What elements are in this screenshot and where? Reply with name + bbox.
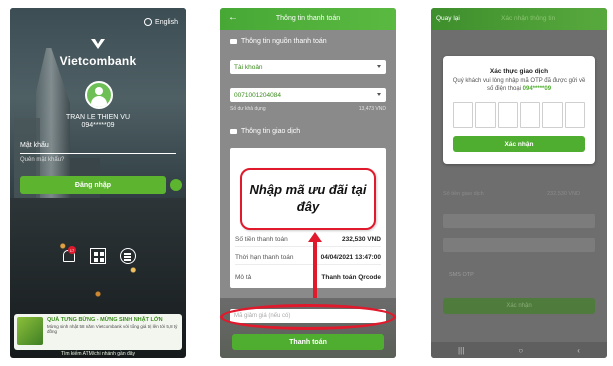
row-label: Mô tả (235, 274, 252, 281)
dim-amount-value: 232,530 VND (547, 191, 581, 197)
promo-banner[interactable]: QUÀ TƯNG BỪNG - MỪNG SINH NHẬT LỚN Mừng … (14, 314, 182, 350)
account-type-value: Tài khoản (234, 63, 263, 71)
chevron-down-icon (377, 93, 381, 96)
coins-icon (230, 129, 237, 134)
available-balance: Số dư khả dụng 13,473 VND (230, 106, 386, 112)
password-underline (20, 153, 176, 154)
chevron-down-icon (377, 65, 381, 68)
globe-icon (144, 18, 153, 26)
brand-logo: Vietcombank (10, 38, 186, 70)
otp-digit-input[interactable] (453, 102, 474, 128)
promo-code-input[interactable]: Mã giảm giá (nếu có) (230, 309, 386, 323)
account-type-select[interactable]: Tài khoản (230, 60, 386, 74)
source-section-label: Thông tin nguồn thanh toán (241, 38, 327, 45)
menu-icon[interactable] (120, 248, 136, 264)
vietcombank-logo-icon (91, 39, 105, 49)
quick-actions: 17 (10, 246, 186, 264)
language-label: English (155, 18, 178, 26)
row-value: Thanh toán Qrcode (321, 274, 381, 281)
otp-digit-input[interactable] (519, 102, 541, 128)
tx-section-header: Thông tin giao dịch (230, 128, 300, 135)
home-icon[interactable]: ○ (518, 346, 523, 355)
otp-screen: Quay lại Xác nhận thông tin Số tiền giao… (431, 8, 607, 358)
modal-title: Xác thực giao dịch (489, 68, 549, 75)
user-phone: 094*****09 (81, 122, 115, 129)
account-number-select[interactable]: 0071001204084 (230, 88, 386, 102)
forgot-password-link[interactable]: Quên mật khẩu? (20, 157, 64, 163)
balance-value: 13,473 VND (358, 106, 386, 112)
payment-header: ← Thông tin thanh toán (220, 8, 396, 30)
login-screen: English Vietcombank TRAN LE THIEN VU 094… (10, 8, 186, 358)
dim-field (443, 238, 595, 252)
qr-code-icon[interactable] (90, 248, 106, 264)
promo-description: Mừng sinh nhật 58 năm Vietcombank với tổ… (47, 324, 178, 335)
confirm-button[interactable]: Xác nhận (453, 136, 585, 152)
account-number-value: 0071001204084 (234, 91, 281, 99)
avatar (85, 81, 113, 109)
table-row: Thời hạn thanh toán 04/04/2021 13:47:00 (235, 254, 381, 265)
otp-modal: Xác thực giao dịch Quý khách vui lòng nh… (443, 56, 595, 164)
android-nav-bar: ||| ○ ‹ (431, 342, 607, 358)
payment-screen: ← Thông tin thanh toán Thông tin nguồn t… (220, 8, 396, 358)
language-switch[interactable]: English (144, 18, 178, 26)
card-icon (230, 39, 237, 44)
tx-section-label: Thông tin giao dịch (241, 128, 301, 135)
password-field[interactable]: Mật khẩu (20, 142, 49, 149)
back-button[interactable]: Quay lại (436, 15, 460, 22)
atm-finder-link[interactable]: Tìm kiếm ATM/chi nhánh gần đây (10, 351, 186, 357)
row-label: Thời hạn thanh toán (235, 254, 294, 261)
back-icon[interactable]: ‹ (577, 346, 580, 355)
notification-badge: 17 (68, 246, 76, 254)
tutorial-stage: English Vietcombank TRAN LE THIEN VU 094… (0, 0, 613, 366)
promo-title: QUÀ TƯNG BỪNG - MỪNG SINH NHẬT LỚN (47, 317, 163, 323)
annotation-arrow (308, 232, 322, 304)
otp-header: Quay lại Xác nhận thông tin (431, 8, 607, 30)
table-row: Mô tả Thanh toán Qrcode (235, 274, 381, 281)
dim-confirm-button: Xác nhận (443, 298, 595, 314)
pay-button[interactable]: Thanh toán (232, 334, 384, 350)
dim-amount-label: Số tiền giao dịch (443, 191, 484, 197)
modal-phone: 094*****09 (522, 85, 552, 92)
dim-otp-method: SMS OTP (449, 272, 474, 278)
login-button[interactable]: Đăng nhập (20, 176, 166, 194)
otp-digit-input[interactable] (542, 102, 563, 128)
brand-name: Vietcombank (59, 54, 137, 68)
source-section-header: Thông tin nguồn thanh toán (230, 38, 327, 45)
row-value: 232,530 VND (341, 236, 381, 243)
dim-field (443, 214, 595, 228)
bell-icon[interactable]: 17 (60, 246, 76, 264)
recent-apps-icon[interactable]: ||| (458, 346, 464, 355)
otp-input-group (453, 102, 585, 128)
modal-description: Quý khách vui lòng nhập mã OTP đã được g… (452, 78, 586, 92)
biometric-icon[interactable] (170, 179, 182, 191)
header-title: Xác nhận thông tin (501, 15, 556, 22)
row-value: 04/04/2021 13:47:00 (320, 254, 381, 261)
page-title: Thông tin thanh toán (275, 15, 341, 22)
user-name: TRAN LE THIEN VU (65, 114, 131, 121)
otp-digit-input[interactable] (497, 102, 518, 128)
otp-digit-input[interactable] (564, 102, 585, 128)
balance-label: Số dư khả dụng (230, 106, 266, 112)
otp-digit-input[interactable] (475, 102, 496, 128)
promo-image (17, 317, 43, 345)
annotation-callout: Nhập mã ưu đãi tại đây (240, 168, 376, 230)
row-label: Số tiền thanh toán (235, 236, 288, 243)
